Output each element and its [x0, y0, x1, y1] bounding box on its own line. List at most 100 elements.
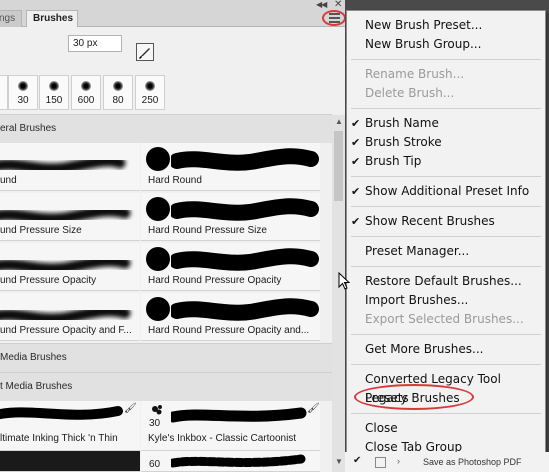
- recent-brush[interactable]: 250: [135, 75, 165, 110]
- brush-label: und: [0, 175, 17, 186]
- recent-brush[interactable]: 600: [71, 75, 101, 110]
- brush-settings-button[interactable]: [136, 43, 154, 61]
- brush-label: Hard Round Pressure Size: [148, 225, 267, 236]
- brush-tip-icon: [146, 247, 170, 271]
- recent-brush-size: 30: [17, 95, 29, 106]
- brush-thumbnail-partial[interactable]: 60: [141, 451, 320, 472]
- group-dry-media-brushes[interactable]: Media Brushes: [0, 343, 332, 372]
- group-general-brushes[interactable]: eral Brushes: [0, 114, 332, 143]
- menu-separator: [351, 176, 541, 177]
- panel-menu-icon[interactable]: [329, 13, 340, 23]
- brush-soft-round-pressure-size[interactable]: und Pressure Size: [0, 193, 140, 241]
- actions-panel-row: ✔ › Save as Photoshop PDF: [345, 452, 549, 472]
- menu-item-brush-tip[interactable]: ✔ Brush Tip: [347, 152, 545, 171]
- ink-stroke-preview: [171, 407, 307, 423]
- checkmark-icon: ✔: [351, 136, 361, 149]
- brush-soft-round[interactable]: und: [0, 143, 140, 191]
- menu-item-import-brushes[interactable]: Import Brushes...: [347, 291, 545, 310]
- checkmark-icon: ✔: [351, 215, 361, 228]
- checkmark-icon: ✔: [351, 117, 361, 130]
- brush-label: Hard Round Pressure Opacity and...: [148, 325, 310, 336]
- mouse-cursor-icon: [338, 272, 351, 290]
- ink-stroke-preview: [171, 454, 306, 468]
- brush-label: Hard Round Pressure Opacity: [148, 275, 282, 286]
- brush-kyle-inkbox[interactable]: 30 🖌 Kyle's Inkbox - Classic Cartoonist: [141, 401, 320, 451]
- action-label: Save as Photoshop PDF: [423, 457, 522, 467]
- menu-item-label: Brush Name: [365, 116, 439, 130]
- menu-item-show-additional-preset-info[interactable]: ✔ Show Additional Preset Info: [347, 182, 545, 201]
- tab-brushes[interactable]: Brushes: [26, 10, 78, 27]
- brush-label: Hard Round: [148, 175, 202, 186]
- menu-item-label: Show Additional Preset Info: [365, 184, 530, 198]
- recent-brush-size: 80: [112, 95, 124, 106]
- hard-stroke-preview: [171, 248, 319, 271]
- brush-tip-icon: [152, 405, 162, 415]
- brush-thumbnail-partial[interactable]: [0, 451, 140, 472]
- brush-icon: [139, 48, 150, 59]
- brush-size: 60: [149, 459, 161, 470]
- scroll-up-icon[interactable]: ▲: [335, 117, 343, 126]
- brush-label: und Pressure Opacity: [0, 275, 97, 286]
- menu-separator: [351, 236, 541, 237]
- menu-item-restore-default-brushes[interactable]: Restore Default Brushes...: [347, 272, 545, 291]
- brush-soft-round-pressure-opacity-flow[interactable]: und Pressure Opacity and F...: [0, 293, 140, 341]
- brush-hard-round-pressure-size[interactable]: Hard Round Pressure Size: [141, 193, 320, 241]
- recent-brush-size: 600: [77, 95, 95, 106]
- menu-separator: [351, 413, 541, 414]
- menu-item-get-more-brushes[interactable]: Get More Brushes...: [347, 340, 545, 359]
- menu-item-show-recent-brushes[interactable]: ✔ Show Recent Brushes: [347, 212, 545, 231]
- brush-hard-round-pressure-opacity-flow[interactable]: Hard Round Pressure Opacity and...: [141, 293, 320, 341]
- recent-brush[interactable]: 80: [103, 75, 133, 110]
- brush-tip-icon: [146, 147, 170, 171]
- menu-item-brush-stroke[interactable]: ✔ Brush Stroke: [347, 133, 545, 152]
- size-field[interactable]: 30 px: [68, 35, 122, 52]
- recent-brush[interactable]: [0, 75, 8, 110]
- chevron-right-icon[interactable]: ›: [397, 456, 400, 466]
- menu-separator: [351, 206, 541, 207]
- collapse-icon[interactable]: ◀◀: [316, 0, 327, 9]
- group-wet-media-brushes[interactable]: t Media Brushes: [0, 372, 332, 401]
- dialog-toggle-box[interactable]: [375, 457, 386, 468]
- menu-item-brush-name[interactable]: ✔ Brush Name: [347, 114, 545, 133]
- menu-separator: [351, 364, 541, 365]
- brush-label: und Pressure Opacity and F...: [0, 325, 132, 336]
- tab-settings[interactable]: ngs: [0, 10, 23, 27]
- brush-soft-round-pressure-opacity[interactable]: und Pressure Opacity: [0, 243, 140, 291]
- menu-separator: [351, 108, 541, 109]
- scroll-thumb[interactable]: [334, 131, 343, 201]
- tab-bar: ngs Brushes ◀◀ ✕: [0, 0, 345, 27]
- hard-stroke-preview: [171, 298, 319, 321]
- checkmark-icon: ✔: [351, 185, 361, 198]
- menu-separator: [351, 266, 541, 267]
- menu-item-rename-brush: Rename Brush...: [365, 67, 465, 81]
- recent-brush[interactable]: 30: [8, 75, 38, 110]
- scrollbar[interactable]: ▲ ▼: [332, 115, 345, 472]
- brush-hard-round-pressure-opacity[interactable]: Hard Round Pressure Opacity: [141, 243, 320, 291]
- checkmark-icon: ✔: [351, 155, 361, 168]
- ink-stroke-preview: [0, 406, 123, 420]
- recent-brush-size: 150: [45, 95, 63, 106]
- brush-hard-round[interactable]: Hard Round: [141, 143, 320, 191]
- pressure-icon: 🖌: [307, 403, 320, 414]
- soft-stroke-preview: [0, 155, 126, 175]
- scroll-down-icon[interactable]: ▼: [335, 457, 343, 466]
- menu-item-new-brush-group[interactable]: New Brush Group...: [347, 35, 545, 54]
- brushes-panel: ngs Brushes ◀◀ ✕ 30 px 30 150 600 80 250…: [0, 0, 345, 472]
- brush-label: und Pressure Size: [0, 225, 82, 236]
- brush-label: Kyle's Inkbox - Classic Cartoonist: [148, 433, 297, 444]
- brush-tip-icon: [146, 197, 170, 221]
- brush-size: 30: [149, 418, 161, 429]
- brush-kyle-thick-thin[interactable]: 🖌 ltimate Inking Thick 'n Thin: [0, 401, 140, 451]
- menu-separator: [351, 334, 541, 335]
- close-icon[interactable]: ✕: [334, 0, 342, 10]
- group-label: Media Brushes: [0, 352, 67, 363]
- menu-item-preset-manager[interactable]: Preset Manager...: [347, 242, 545, 261]
- hard-stroke-preview: [171, 148, 319, 171]
- menu-item-label: Brush Stroke: [365, 135, 442, 149]
- menu-item-new-brush-preset[interactable]: New Brush Preset...: [347, 16, 545, 35]
- checkmark-icon[interactable]: ✔: [353, 455, 361, 466]
- menu-item-delete-brush: Delete Brush...: [365, 86, 455, 100]
- menu-item-close[interactable]: Close: [347, 419, 545, 438]
- recent-brush[interactable]: 150: [39, 75, 69, 110]
- hard-stroke-preview: [171, 198, 319, 221]
